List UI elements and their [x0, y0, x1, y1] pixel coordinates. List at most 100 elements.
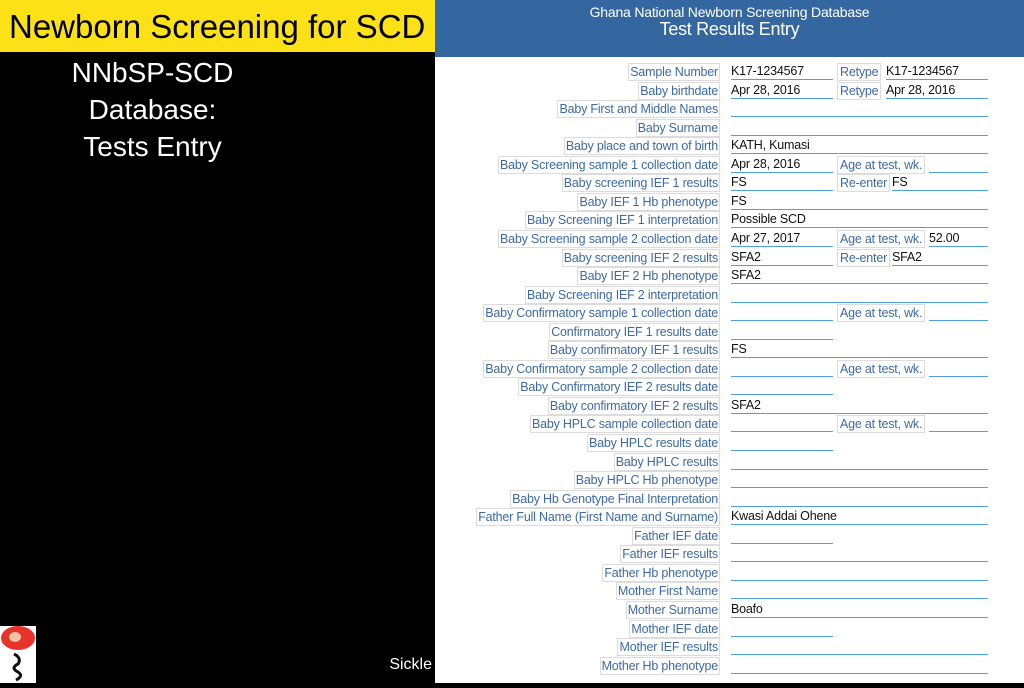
field-input[interactable]	[731, 639, 988, 656]
field-input[interactable]: FS	[731, 342, 988, 359]
field-label: Baby HPLC results date	[587, 434, 720, 452]
field-label: Baby Screening IEF 2 interpretation	[524, 285, 720, 304]
field-input[interactable]	[731, 472, 988, 489]
field-label: Mother IEF results	[617, 638, 720, 657]
field-label: Baby HPLC results	[613, 452, 720, 471]
field-input[interactable]: K17-1234567	[731, 64, 833, 80]
secondary-field-label: Age at test, wk.	[837, 304, 926, 323]
secondary-field-input[interactable]: Apr 28, 2016	[886, 83, 988, 99]
secondary-field-label: Age at test, wk.	[837, 359, 926, 378]
form-row: Baby confirmatory IEF 2 results SFA2	[435, 396, 1024, 415]
field-input[interactable]	[731, 583, 988, 600]
secondary-field-input[interactable]	[929, 361, 988, 377]
field-input[interactable]	[731, 621, 833, 637]
field-input[interactable]: FS	[731, 175, 833, 192]
form-row: Baby HPLC Hb phenotype	[435, 471, 1024, 490]
subtitle-line: Tests Entry	[83, 131, 222, 162]
form-row: Baby Screening sample 1 collection date A…	[435, 155, 1024, 174]
field-input[interactable]	[731, 658, 988, 674]
field-input[interactable]	[731, 120, 988, 136]
field-label: Baby Hb Genotype Final Interpretation	[510, 489, 720, 508]
field-input[interactable]	[731, 546, 988, 563]
form-row: Mother Hb phenotype	[435, 656, 1024, 675]
secondary-field-input[interactable]: 52.00	[929, 231, 988, 247]
field-input[interactable]: SFA2	[731, 398, 988, 414]
field-input[interactable]	[731, 324, 833, 340]
slide-title-bar: Newborn Screening for SCD	[0, 0, 435, 52]
form-row: Father Full Name (First Name and Surname…	[435, 508, 1024, 527]
subtitle-line: NNbSP-SCD	[71, 57, 234, 88]
form-row: Mother IEF date	[435, 619, 1024, 638]
secondary-field-label: Age at test, wk.	[837, 229, 926, 248]
field-label: Father IEF date	[632, 526, 720, 545]
field-input[interactable]	[731, 305, 833, 322]
field-label: Father Hb phenotype	[602, 563, 720, 582]
form-row: Baby place and town of birth KATH, Kumasi	[435, 137, 1024, 156]
field-input[interactable]	[731, 565, 988, 581]
form-row: Baby IEF 2 Hb phenotype SFA2	[435, 267, 1024, 286]
secondary-field-label: Age at test, wk.	[837, 415, 926, 434]
field-input[interactable]: Apr 27, 2017	[731, 231, 833, 247]
field-label: Mother First Name	[615, 582, 720, 601]
field-input[interactable]	[731, 435, 833, 451]
secondary-field-label: Re-enter	[837, 248, 891, 267]
field-label: Mother IEF date	[629, 619, 720, 638]
field-input[interactable]	[731, 528, 833, 544]
test-results-form: Ghana National Newborn Screening Databas…	[435, 0, 1024, 683]
field-label: Baby HPLC sample collection date	[529, 415, 720, 434]
secondary-field-input[interactable]	[929, 305, 988, 322]
database-title: Ghana National Newborn Screening Databas…	[589, 4, 870, 20]
form-row: Baby First and Middle Names	[435, 100, 1024, 119]
field-label: Baby First and Middle Names	[557, 100, 720, 119]
field-input[interactable]: KATH, Kumasi	[731, 138, 988, 155]
field-input[interactable]: FS	[731, 194, 988, 210]
field-input[interactable]: Boafo	[731, 602, 988, 618]
form-row: Mother First Name	[435, 582, 1024, 601]
field-label: Baby confirmatory IEF 1 results	[547, 341, 720, 360]
field-label: Mother Hb phenotype	[599, 656, 720, 675]
secondary-field-input[interactable]: FS	[892, 175, 988, 192]
field-input[interactable]	[731, 101, 988, 118]
field-input[interactable]	[731, 361, 833, 377]
form-row: Baby birthdate Apr 28, 2016 Retype Apr 28, …	[435, 81, 1024, 100]
field-input[interactable]	[731, 416, 833, 433]
form-row: Baby HPLC results	[435, 452, 1024, 471]
field-label: Sample Number	[628, 63, 720, 81]
field-input[interactable]: Apr 28, 2016	[731, 83, 833, 99]
form-row: Baby Hb Genotype Final Interpretation	[435, 489, 1024, 508]
field-label: Baby HPLC Hb phenotype	[573, 471, 720, 490]
form-row: Baby IEF 1 Hb phenotype FS	[435, 192, 1024, 211]
field-label: Baby screening IEF 1 results	[561, 174, 720, 193]
field-label: Baby Surname	[635, 118, 720, 137]
secondary-field-input[interactable]	[929, 416, 988, 433]
form-row: Baby Screening sample 2 collection date A…	[435, 229, 1024, 248]
field-input[interactable]: Kwasi Addai Ohene	[731, 509, 988, 526]
form-row: Baby confirmatory IEF 1 results FS	[435, 341, 1024, 360]
field-label: Baby Screening IEF 1 interpretation	[524, 211, 720, 230]
field-label: Baby confirmatory IEF 2 results	[547, 396, 720, 415]
field-input[interactable]	[731, 491, 988, 507]
form-row: Baby Confirmatory sample 1 collection da…	[435, 304, 1024, 323]
subtitle-line: Database:	[88, 94, 217, 125]
field-label: Baby Confirmatory sample 2 collection da…	[483, 359, 720, 378]
field-input[interactable]	[731, 287, 988, 303]
field-input[interactable]	[731, 454, 988, 470]
form-row: Father Hb phenotype	[435, 563, 1024, 582]
field-input[interactable]: Apr 28, 2016	[731, 157, 833, 173]
field-input[interactable]: SFA2	[731, 268, 988, 285]
secondary-field-input[interactable]	[929, 157, 988, 173]
field-input[interactable]	[731, 379, 833, 396]
secondary-field-input[interactable]: K17-1234567	[886, 64, 988, 80]
secondary-field-input[interactable]: SFA2	[892, 250, 988, 266]
field-label: Baby birthdate	[638, 81, 720, 100]
form-header: Ghana National Newborn Screening Databas…	[435, 0, 1024, 57]
form-title: Test Results Entry	[659, 19, 800, 39]
field-input[interactable]: Possible SCD	[731, 212, 988, 229]
form-row: Baby Surname	[435, 118, 1024, 137]
field-label: Mother Surname	[625, 600, 720, 619]
form-row: Baby Screening IEF 1 interpretation Possi…	[435, 211, 1024, 230]
secondary-field-label: Retype	[837, 63, 882, 81]
form-row: Confirmatory IEF 1 results date	[435, 322, 1024, 341]
form-row: Baby HPLC results date	[435, 434, 1024, 452]
field-input[interactable]: SFA2	[731, 250, 833, 266]
